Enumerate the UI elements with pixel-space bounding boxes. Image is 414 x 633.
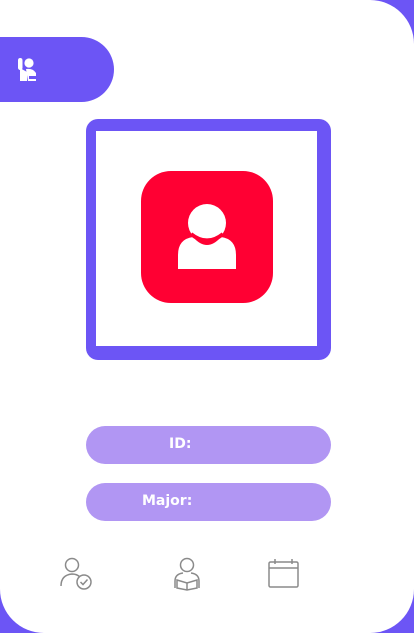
major-label: Major: <box>142 493 193 509</box>
user-avatar-icon <box>141 171 273 303</box>
profile-photo-frame <box>86 119 331 360</box>
raise-hand-icon <box>18 58 37 81</box>
major-field: Major: <box>86 483 331 521</box>
profile-card: ID: Major: <box>0 0 414 633</box>
id-field: ID: <box>86 426 331 464</box>
user-check-icon[interactable] <box>58 556 96 596</box>
id-label: ID: <box>169 436 192 452</box>
profile-photo[interactable] <box>96 131 317 346</box>
raise-hand-tab[interactable] <box>0 37 114 102</box>
calendar-icon[interactable] <box>266 556 300 596</box>
user-reading-icon[interactable] <box>170 556 204 596</box>
